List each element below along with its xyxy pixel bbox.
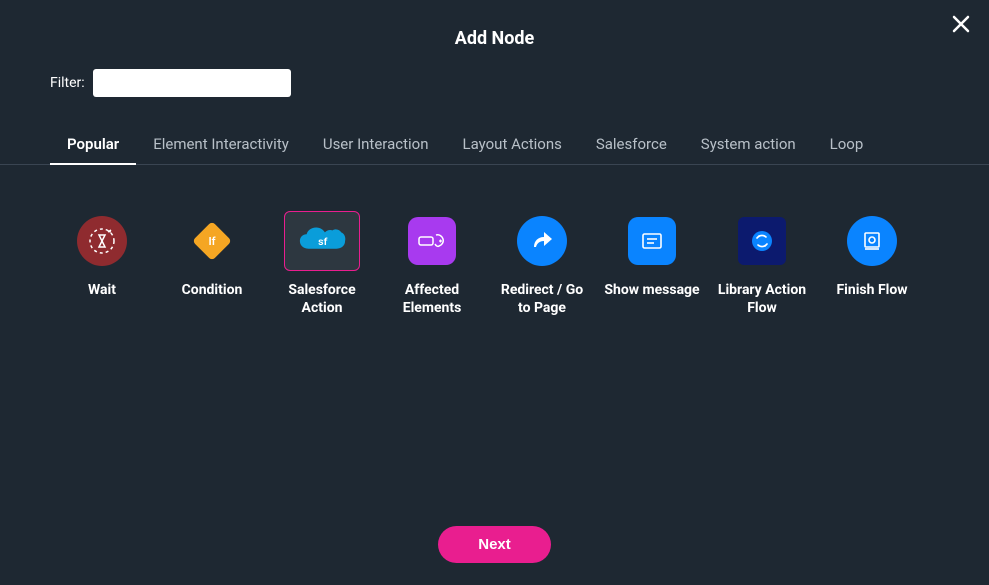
- node-library-action-flow[interactable]: Library Action Flow: [710, 207, 814, 321]
- node-condition[interactable]: If Condition: [160, 207, 264, 321]
- wait-icon: [77, 216, 127, 266]
- node-finish-flow[interactable]: Finish Flow: [820, 207, 924, 321]
- nodes-grid: Wait If Condition sf Salesforce Action: [0, 165, 989, 321]
- svg-text:sf: sf: [318, 235, 327, 248]
- node-icon-wrap: [724, 211, 800, 271]
- next-button[interactable]: Next: [438, 526, 551, 563]
- node-label: Redirect / Go to Page: [494, 281, 590, 317]
- node-label: Affected Elements: [384, 281, 480, 317]
- node-label: Library Action Flow: [714, 281, 810, 317]
- tab-element-interactivity[interactable]: Element Interactivity: [136, 125, 306, 165]
- node-label: Show message: [604, 281, 699, 299]
- show-message-icon: [628, 217, 676, 265]
- node-icon-wrap: sf: [284, 211, 360, 271]
- modal-header: Add Node: [0, 0, 989, 69]
- node-icon-wrap: [504, 211, 580, 271]
- library-icon: [738, 217, 786, 265]
- tab-user-interaction[interactable]: User Interaction: [306, 125, 446, 165]
- node-label: Salesforce Action: [274, 281, 370, 317]
- svg-text:If: If: [208, 235, 215, 248]
- tab-popular[interactable]: Popular: [50, 125, 136, 165]
- node-affected-elements[interactable]: Affected Elements: [380, 207, 484, 321]
- node-icon-wrap: If: [174, 211, 250, 271]
- tab-loop[interactable]: Loop: [813, 125, 881, 165]
- node-wait[interactable]: Wait: [50, 207, 154, 321]
- finish-flow-icon: [847, 216, 897, 266]
- node-label: Condition: [182, 281, 243, 299]
- filter-row: Filter:: [0, 69, 989, 125]
- modal-title: Add Node: [0, 28, 989, 49]
- node-salesforce-action[interactable]: sf Salesforce Action: [270, 207, 374, 321]
- tab-system-action[interactable]: System action: [684, 125, 813, 165]
- node-icon-wrap: [64, 211, 140, 271]
- node-redirect[interactable]: Redirect / Go to Page: [490, 207, 594, 321]
- tabs-bar: Popular Element Interactivity User Inter…: [0, 125, 989, 165]
- node-label: Wait: [88, 281, 116, 299]
- node-icon-wrap: [614, 211, 690, 271]
- node-show-message[interactable]: Show message: [600, 207, 704, 321]
- redirect-icon: [517, 216, 567, 266]
- node-icon-wrap: [834, 211, 910, 271]
- node-label: Finish Flow: [836, 281, 907, 299]
- close-icon: [951, 14, 971, 34]
- modal-footer: Next: [0, 526, 989, 563]
- condition-icon: If: [187, 216, 237, 266]
- tab-salesforce[interactable]: Salesforce: [579, 125, 684, 165]
- salesforce-icon: sf: [297, 216, 347, 266]
- tab-layout-actions[interactable]: Layout Actions: [446, 125, 579, 165]
- close-button[interactable]: [951, 14, 971, 34]
- filter-input[interactable]: [93, 69, 291, 97]
- affected-elements-icon: [408, 217, 456, 265]
- node-icon-wrap: [394, 211, 470, 271]
- filter-label: Filter:: [50, 75, 85, 91]
